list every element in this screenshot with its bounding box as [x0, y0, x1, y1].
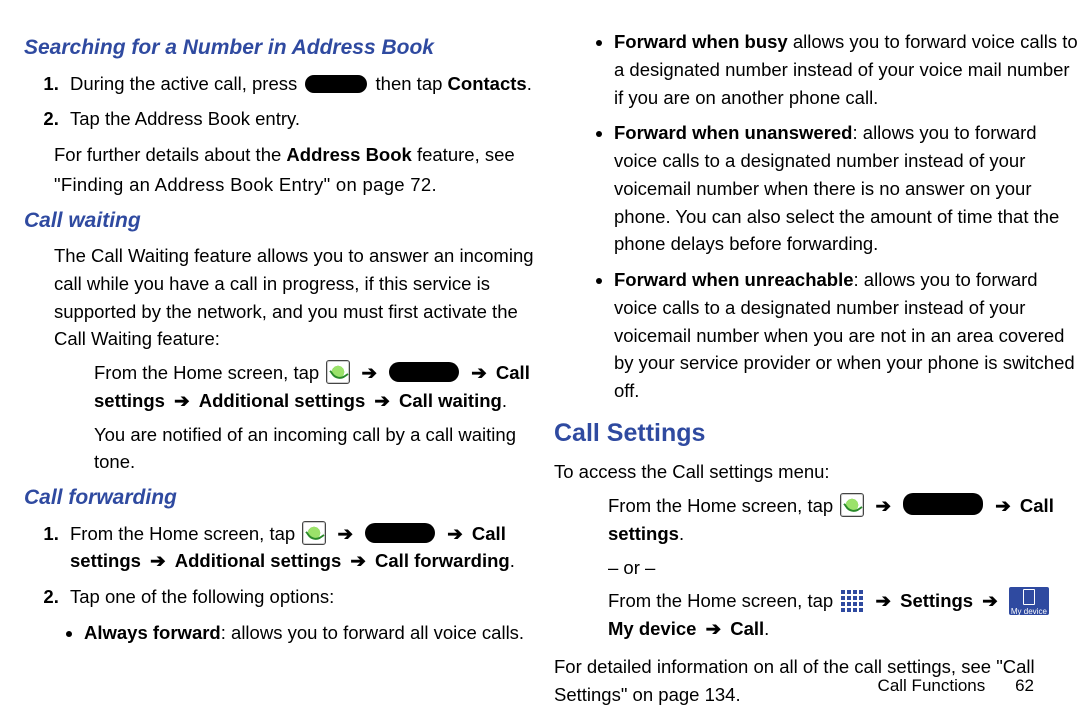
call-waiting-result: You are notified of an incoming call by … — [94, 421, 554, 477]
arrow-icon: ➔ — [875, 590, 891, 611]
text: From the Home screen, tap — [94, 362, 324, 383]
arrow-icon: ➔ — [875, 495, 891, 516]
heading-call-waiting: Call waiting — [24, 205, 554, 237]
bold-contacts: Contacts — [448, 73, 527, 94]
opt-always-forward: Always forward: allows you to forward al… — [84, 619, 554, 647]
path-call: Call — [730, 618, 764, 639]
settings-path-1: From the Home screen, tap ➔ ➔ Call setti… — [608, 492, 1080, 548]
left-column: Searching for a Number in Address Book D… — [24, 28, 554, 715]
fwd-step-2: Tap one of the following options: — [64, 583, 554, 611]
path-call-forwarding: Call forwarding — [375, 550, 510, 571]
arrow-icon: ➔ — [706, 618, 722, 639]
fwd-steps: From the Home screen, tap ➔ ➔ Call setti… — [64, 520, 554, 611]
footer-section: Call Functions — [878, 676, 986, 695]
address-book-crossref: For further details about the Address Bo… — [54, 141, 554, 169]
period: . — [527, 73, 532, 94]
opt-forward-busy: Forward when busy allows you to forward … — [614, 28, 1080, 111]
footer-page-number: 62 — [990, 676, 1034, 696]
phone-icon — [302, 521, 326, 545]
my-device-icon: My device — [1009, 587, 1049, 615]
call-waiting-para: The Call Waiting feature allows you to a… — [54, 242, 554, 353]
text: From the Home screen, tap — [608, 495, 838, 516]
right-column: Forward when busy allows you to forward … — [554, 28, 1080, 715]
path-my-device: My device — [608, 618, 696, 639]
my-device-label: My device — [1011, 607, 1047, 616]
menu-key-icon — [389, 362, 459, 382]
arrow-icon: ➔ — [150, 550, 166, 571]
arrow-icon: ➔ — [995, 495, 1011, 516]
settings-intro: To access the Call settings menu: — [554, 458, 1080, 486]
arrow-icon: ➔ — [337, 523, 353, 544]
or-divider: – or – — [608, 554, 1080, 582]
text: During the active call, press — [70, 73, 302, 94]
arrow-icon: ➔ — [350, 550, 366, 571]
text: : allows you to forward all voice calls. — [221, 622, 524, 643]
heading-call-settings: Call Settings — [554, 415, 1080, 453]
heading-call-forwarding: Call forwarding — [24, 482, 554, 514]
text: For detailed information on all of the c… — [554, 656, 996, 677]
text: From the Home screen, tap — [70, 523, 300, 544]
text: Tap the Address Book entry. — [70, 108, 300, 129]
opt-forward-unanswered: Forward when unanswered: allows you to f… — [614, 119, 1080, 258]
call-waiting-step: From the Home screen, tap ➔ ➔ Call setti… — [94, 359, 554, 476]
bold: Always forward — [84, 622, 221, 643]
fwd-options-right: Forward when busy allows you to forward … — [614, 28, 1080, 405]
apps-grid-icon — [841, 590, 863, 612]
bold: Forward when unreachable — [614, 269, 854, 290]
crossref-line: "Finding an Address Book Entry" on page … — [54, 171, 554, 199]
menu-key-icon — [365, 523, 435, 543]
path-settings: Settings — [900, 590, 973, 611]
arrow-icon: ➔ — [982, 590, 998, 611]
opt-forward-unreachable: Forward when unreachable: allows you to … — [614, 266, 1080, 405]
bold: Forward when unanswered — [614, 122, 853, 143]
two-column-layout: Searching for a Number in Address Book D… — [0, 28, 1080, 715]
text: From the Home screen, tap — [608, 590, 838, 611]
period: . — [502, 390, 507, 411]
search-step-2: Tap the Address Book entry. — [64, 105, 554, 133]
heading-searching: Searching for a Number in Address Book — [24, 32, 554, 64]
arrow-icon: ➔ — [361, 362, 377, 383]
path-call-waiting: Call waiting — [399, 390, 502, 411]
text: feature, see — [412, 144, 515, 165]
fwd-options-left: Always forward: allows you to forward al… — [84, 619, 554, 647]
arrow-icon: ➔ — [471, 362, 487, 383]
text: on page 134. — [627, 684, 740, 705]
bold: Forward when busy — [614, 31, 788, 52]
menu-key-icon — [305, 75, 367, 93]
arrow-icon: ➔ — [374, 390, 390, 411]
manual-page: Searching for a Number in Address Book D… — [0, 0, 1080, 720]
page-footer: Call Functions 62 — [878, 676, 1034, 696]
period: . — [764, 618, 769, 639]
settings-path-2: From the Home screen, tap ➔ Settings ➔ M… — [608, 587, 1080, 643]
menu-key-icon — [903, 493, 983, 515]
search-step-1: During the active call, press then tap C… — [64, 70, 554, 98]
arrow-icon: ➔ — [447, 523, 463, 544]
phone-icon — [326, 360, 350, 384]
text: then tap — [376, 73, 448, 94]
crossref-page: on page 72. — [330, 174, 436, 195]
search-steps: During the active call, press then tap C… — [64, 70, 554, 134]
text: For further details about the — [54, 144, 286, 165]
text: Tap one of the following options: — [70, 586, 334, 607]
phone-icon — [840, 493, 864, 517]
bold-addressbook: Address Book — [286, 144, 411, 165]
path-additional-settings: Additional settings — [175, 550, 342, 571]
arrow-icon: ➔ — [174, 390, 190, 411]
period: . — [679, 523, 684, 544]
crossref-title: "Finding an Address Book Entry" — [54, 174, 330, 195]
path-additional-settings: Additional settings — [199, 390, 366, 411]
fwd-step-1: From the Home screen, tap ➔ ➔ Call setti… — [64, 520, 554, 576]
period: . — [510, 550, 515, 571]
